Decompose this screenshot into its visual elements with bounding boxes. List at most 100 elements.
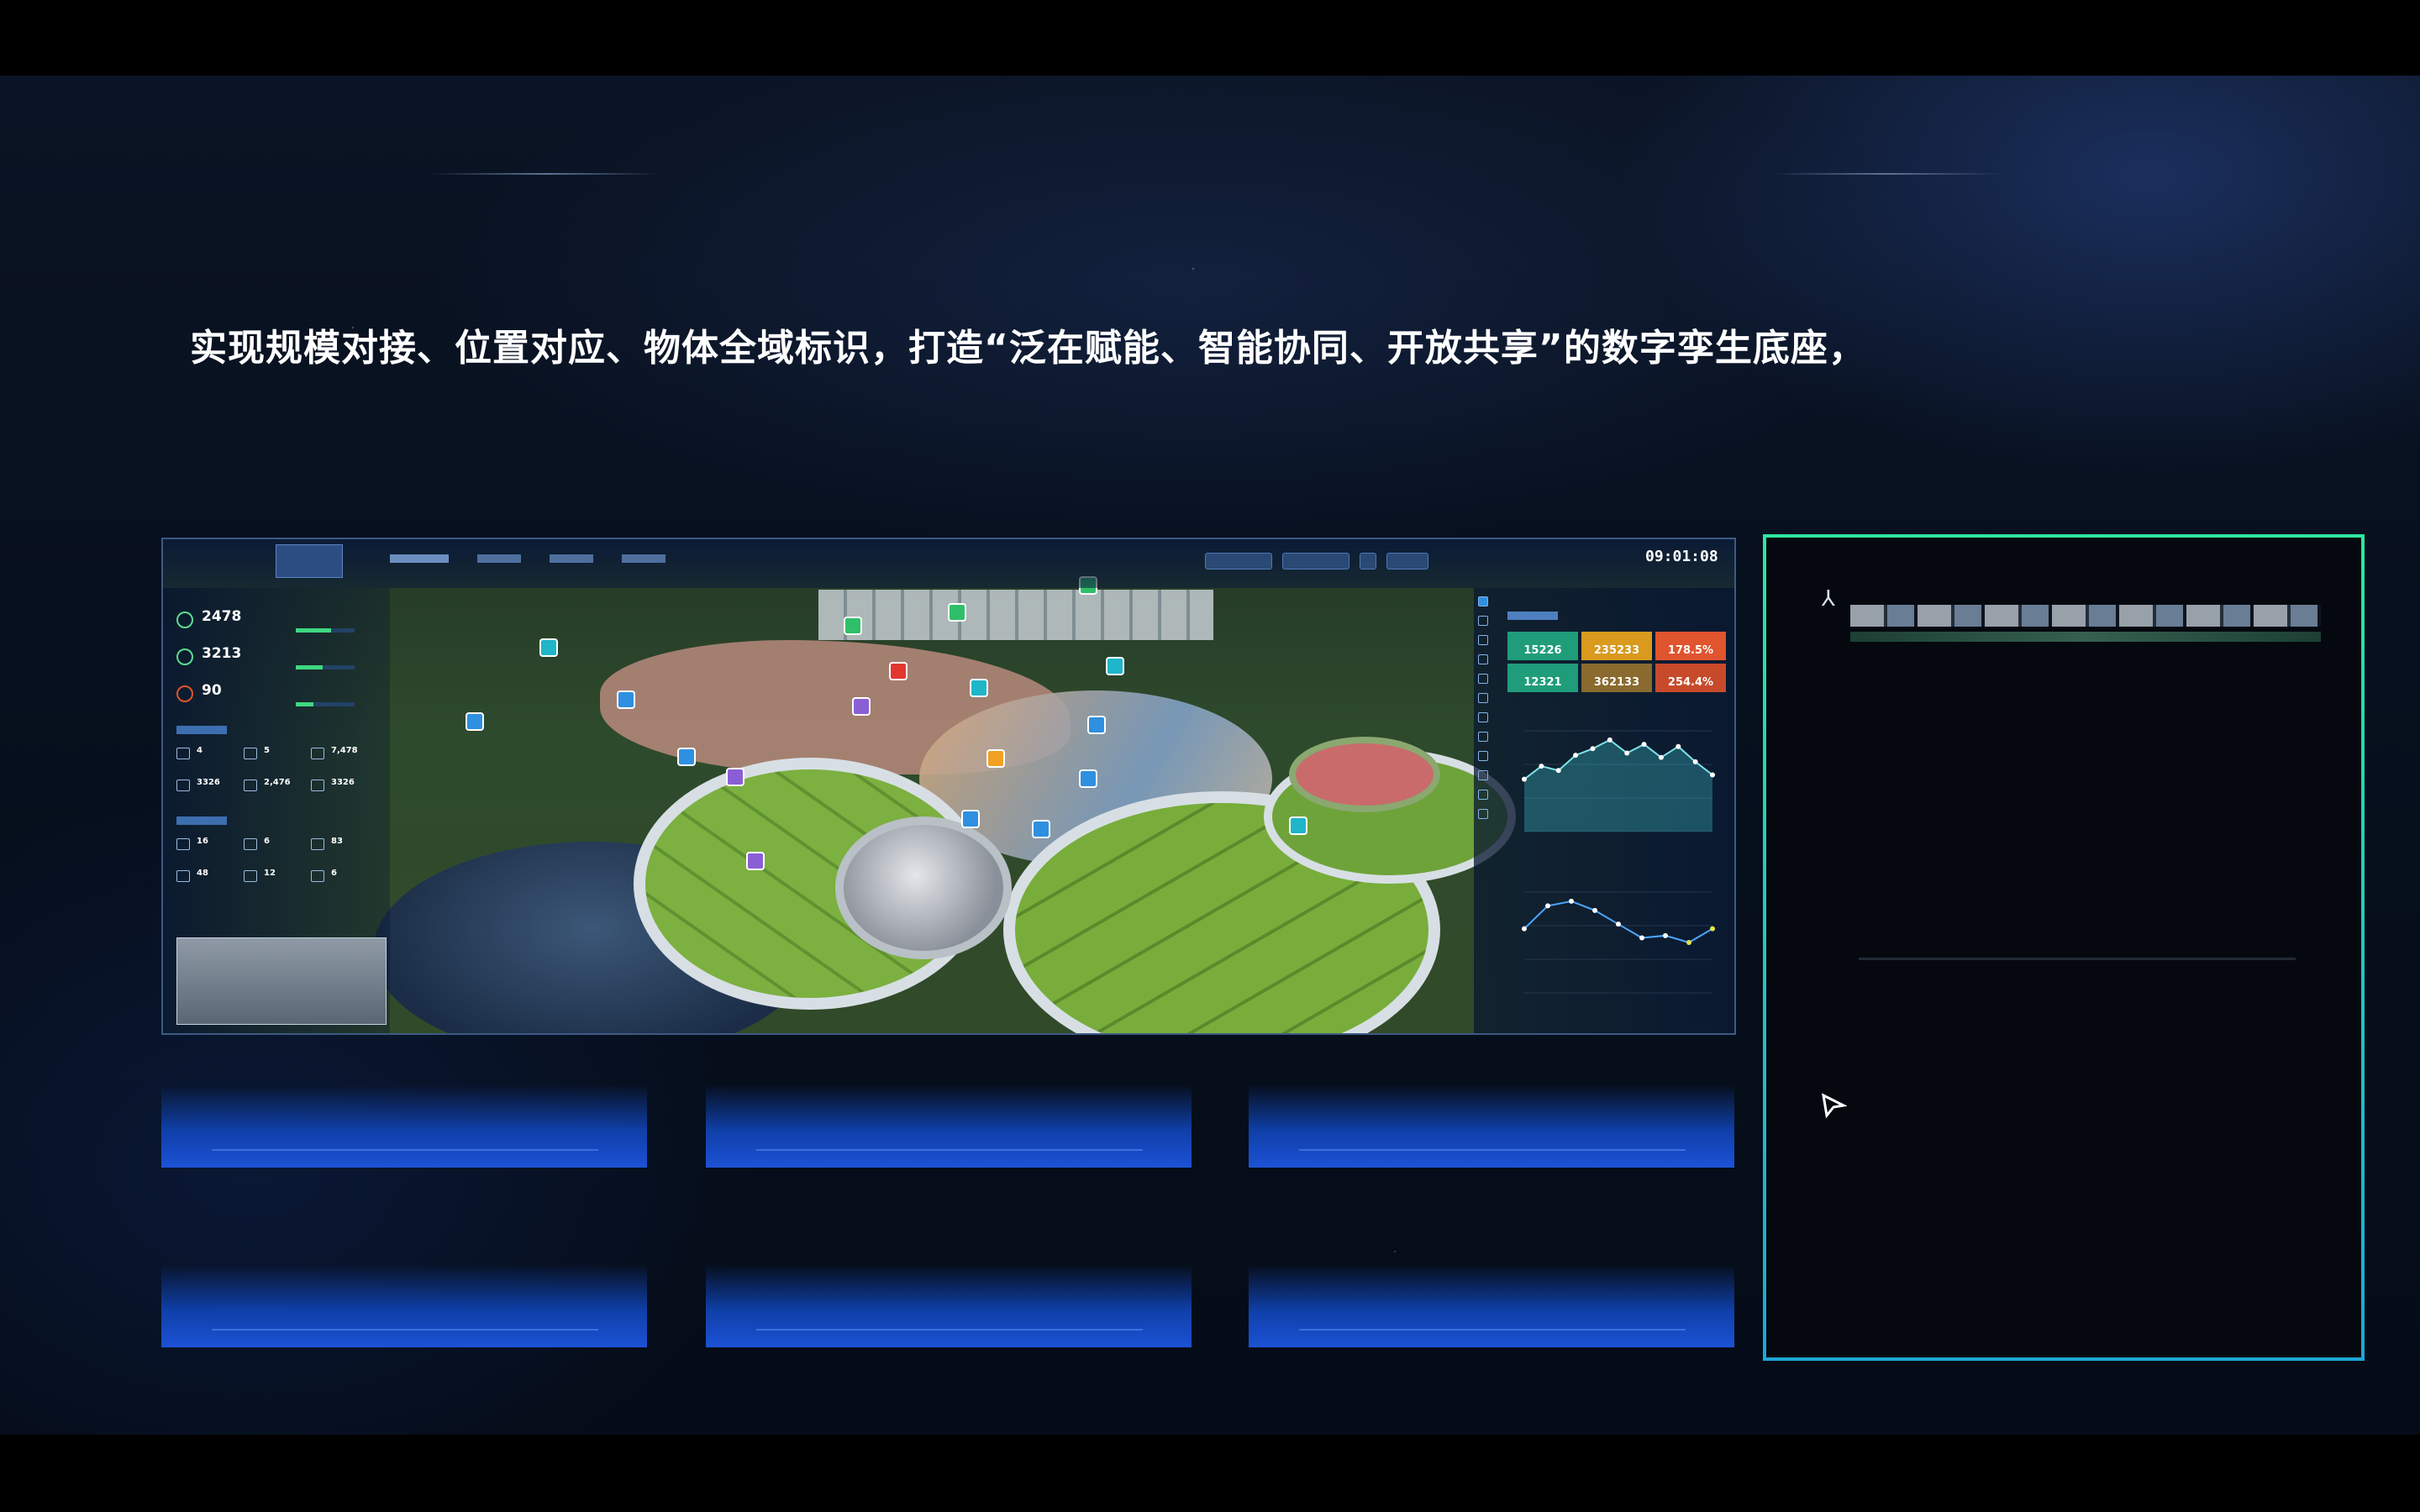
chart-point — [1686, 940, 1691, 945]
chart-point — [1658, 754, 1664, 760]
dropdown-control[interactable] — [1205, 553, 1272, 570]
tool-icon[interactable] — [1478, 790, 1488, 800]
preview-logo-icon: ⅄ — [1822, 586, 1835, 612]
chart-point — [1663, 932, 1668, 938]
slide-thumbnail[interactable] — [706, 1265, 1192, 1347]
device-value: 48 — [197, 869, 208, 878]
chart-point — [1692, 759, 1698, 764]
map-pin-icon[interactable] — [539, 638, 558, 657]
stat-tile: 12321 — [1507, 664, 1578, 692]
dashboard-top-bar: 09:01:08 — [163, 539, 1734, 588]
slide-thumbnail[interactable] — [1249, 1265, 1734, 1347]
slide-thumbnail[interactable] — [161, 1265, 647, 1347]
dashboard-left-panel: 2478 3213 90 4 5 7,478 3326 2,476 3326 1… — [163, 588, 390, 1033]
map-pin-icon[interactable] — [1032, 820, 1050, 838]
device-icon — [244, 870, 257, 882]
tool-icon[interactable] — [1478, 674, 1488, 684]
visitor-area-chart — [1522, 730, 1715, 832]
tool-icon[interactable] — [1478, 751, 1488, 761]
map-pin-icon[interactable] — [746, 852, 765, 870]
facility-item: 3326 — [311, 776, 378, 798]
tool-icon[interactable] — [1478, 654, 1488, 664]
kpi-progress-fill — [296, 665, 323, 669]
facility-value: 2,476 — [264, 778, 291, 787]
tool-icon[interactable] — [1478, 770, 1488, 780]
kpi-progress-bar — [296, 702, 355, 706]
device-value: 6 — [331, 869, 337, 878]
map-pin-icon[interactable] — [1079, 769, 1097, 788]
scene-dome-building — [835, 816, 1012, 959]
tool-icon[interactable] — [1478, 616, 1488, 626]
map-pin-icon[interactable] — [1087, 716, 1106, 734]
toggle-control[interactable] — [1282, 553, 1349, 570]
visitor-line-chart — [1522, 891, 1715, 994]
map-pin-icon[interactable] — [986, 749, 1005, 768]
tool-icon[interactable] — [1478, 712, 1488, 722]
kpi-icon — [176, 685, 193, 702]
nav-item[interactable] — [477, 554, 521, 563]
nav-item[interactable] — [390, 554, 449, 563]
device-icon — [176, 838, 190, 850]
button-control[interactable] — [1386, 553, 1428, 570]
kpi-row: 90 — [176, 680, 378, 711]
chart-point — [1641, 742, 1647, 748]
facility-icon — [176, 748, 190, 759]
chart-point — [1569, 898, 1574, 904]
device-icon — [176, 870, 190, 882]
kpi-progress-fill — [296, 628, 331, 633]
tool-icon[interactable] — [1478, 732, 1488, 742]
slide-thumbnail[interactable] — [161, 1085, 647, 1168]
facility-value: 3326 — [197, 778, 220, 787]
map-pin-icon[interactable] — [466, 712, 484, 731]
decorative-line-left — [430, 173, 660, 175]
chart-point — [1539, 764, 1544, 769]
button-control[interactable] — [1360, 553, 1376, 570]
facility-item: 2,476 — [244, 776, 311, 798]
kpi-icon — [176, 612, 193, 628]
section-devices-title — [176, 816, 227, 825]
facility-value: 5 — [264, 746, 270, 755]
map-pin-icon[interactable] — [889, 662, 908, 680]
slide-thumbnail[interactable] — [706, 1085, 1192, 1168]
chart-point — [1639, 935, 1644, 941]
tool-icon[interactable] — [1478, 635, 1488, 645]
map-pin-icon[interactable] — [852, 697, 871, 716]
slide-headline: 实现规模对接、位置对应、物体全域标识，打造“泛在赋能、智能协同、开放共享”的数字… — [190, 327, 1866, 370]
device-value: 16 — [197, 837, 208, 846]
tool-icon[interactable] — [1478, 596, 1488, 606]
map-pin-icon[interactable] — [970, 679, 988, 697]
map-pin-icon[interactable] — [677, 748, 696, 766]
map-pin-icon[interactable] — [961, 810, 980, 828]
device-item: 6 — [244, 835, 311, 857]
camera-feed-thumbnail[interactable] — [176, 937, 387, 1025]
slide-thumbnail[interactable] — [1249, 1085, 1734, 1168]
facility-item: 3326 — [176, 776, 244, 798]
video-preview-frame[interactable]: ⅄ — [1763, 534, 2365, 1361]
facility-value: 4 — [197, 746, 203, 755]
nav-item[interactable] — [550, 554, 593, 563]
map-pin-icon[interactable] — [1106, 657, 1124, 675]
tool-icon[interactable] — [1478, 693, 1488, 703]
device-icon — [244, 838, 257, 850]
decorative-line-right — [1771, 173, 2002, 175]
parking-icon — [244, 748, 257, 759]
device-value: 12 — [264, 869, 276, 878]
scene-buildings — [818, 590, 1213, 640]
cursor-arrow-icon — [1822, 1093, 1847, 1119]
device-value: 83 — [331, 837, 343, 846]
facility-item: 5 — [244, 744, 311, 766]
digital-twin-dashboard-screenshot[interactable]: 09:01:08 2478 3213 90 4 5 7,478 3326 2,4… — [161, 538, 1736, 1035]
stat-tile: 254.4% — [1655, 664, 1726, 692]
map-pin-icon[interactable] — [948, 603, 966, 622]
map-pin-icon[interactable] — [844, 617, 862, 635]
stat-tile: 15226 — [1507, 632, 1578, 660]
nav-item[interactable] — [622, 554, 666, 563]
map-pin-icon[interactable] — [1289, 816, 1307, 835]
chart-point — [1624, 750, 1630, 756]
map-pin-icon[interactable] — [617, 690, 635, 709]
map-pin-icon[interactable] — [726, 768, 744, 786]
tool-icon[interactable] — [1478, 809, 1488, 819]
stat-tile: 235233 — [1581, 632, 1652, 660]
facility-value: 7,478 — [331, 746, 358, 755]
facility-value: 3326 — [331, 778, 355, 787]
